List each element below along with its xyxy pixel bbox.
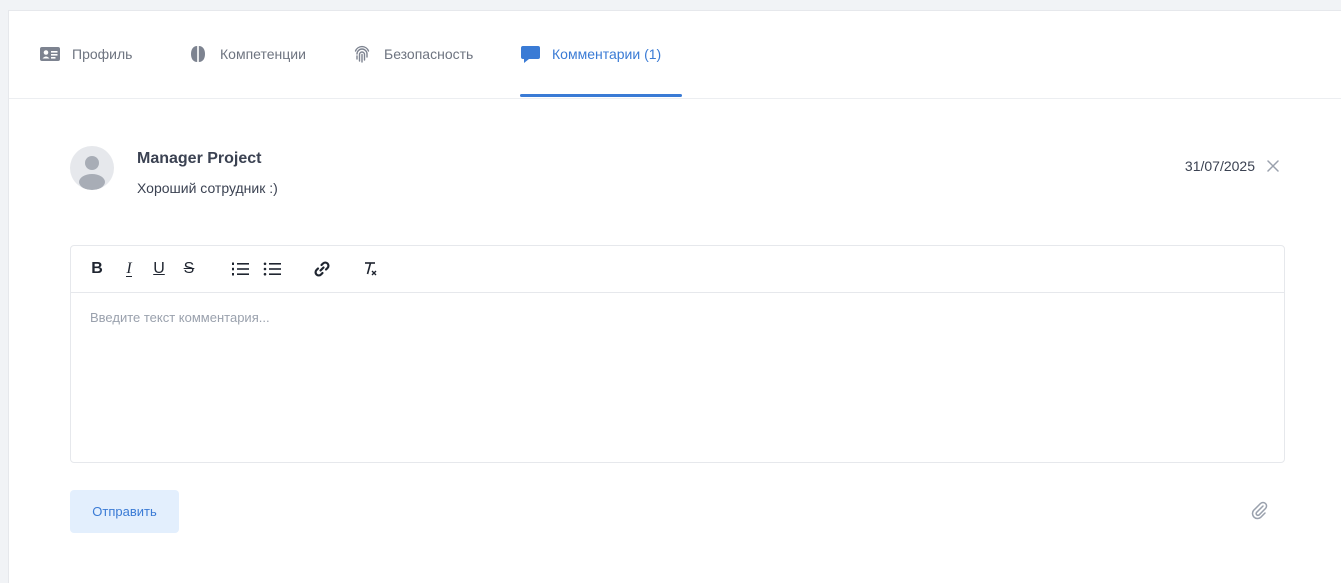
comment-item: Manager Project Хороший сотрудник :) 31/… (70, 146, 1341, 206)
bullet-list-button[interactable] (263, 258, 281, 280)
comment-icon (520, 44, 540, 64)
tab-comments[interactable]: Комментарии (1) (520, 41, 661, 67)
editor-toolbar: B I U S (71, 246, 1284, 293)
comment-author: Manager Project (137, 150, 262, 167)
ordered-list-icon (232, 262, 249, 276)
id-card-icon (40, 44, 60, 64)
close-icon (1267, 160, 1279, 172)
bold-button[interactable]: B (90, 258, 104, 280)
comment-editor[interactable]: B I U S Введите текст комментария... (70, 245, 1285, 463)
comments-card: Профиль Компетенции Безопасность Коммент… (8, 10, 1341, 583)
italic-button[interactable]: I (122, 258, 136, 280)
link-icon (314, 261, 330, 277)
clear-format-icon (365, 262, 377, 276)
tab-security[interactable]: Безопасность (352, 41, 473, 67)
underline-button[interactable]: U (152, 258, 166, 280)
tab-competencies[interactable]: Компетенции (188, 41, 306, 67)
active-tab-indicator (520, 94, 682, 97)
tab-comments-label: Комментарии (1) (552, 46, 662, 62)
send-button[interactable]: Отправить (70, 490, 179, 533)
tab-bar: Профиль Компетенции Безопасность Коммент… (9, 11, 1341, 99)
user-placeholder-icon (79, 156, 105, 190)
tab-competencies-label: Компетенции (220, 46, 306, 62)
tab-profile-label: Профиль (72, 46, 133, 62)
comment-date: 31/07/2025 (1184, 158, 1255, 174)
comment-text: Хороший сотрудник :) (137, 180, 278, 196)
comment-input-placeholder: Введите текст комментария... (90, 310, 270, 325)
attach-file-button[interactable] (1247, 498, 1271, 522)
tab-security-label: Безопасность (384, 46, 474, 62)
fingerprint-icon (352, 44, 372, 64)
strikethrough-button[interactable]: S (182, 258, 196, 280)
ordered-list-button[interactable] (231, 258, 249, 280)
italic-label: I (126, 259, 132, 277)
brain-icon (188, 44, 208, 64)
avatar (70, 146, 114, 190)
tab-profile[interactable]: Профиль (40, 41, 132, 67)
paperclip-icon (1251, 501, 1268, 520)
bullet-list-icon (263, 262, 281, 276)
clear-format-button[interactable] (361, 258, 379, 280)
delete-comment-button[interactable] (1263, 156, 1283, 176)
link-button[interactable] (313, 258, 331, 280)
